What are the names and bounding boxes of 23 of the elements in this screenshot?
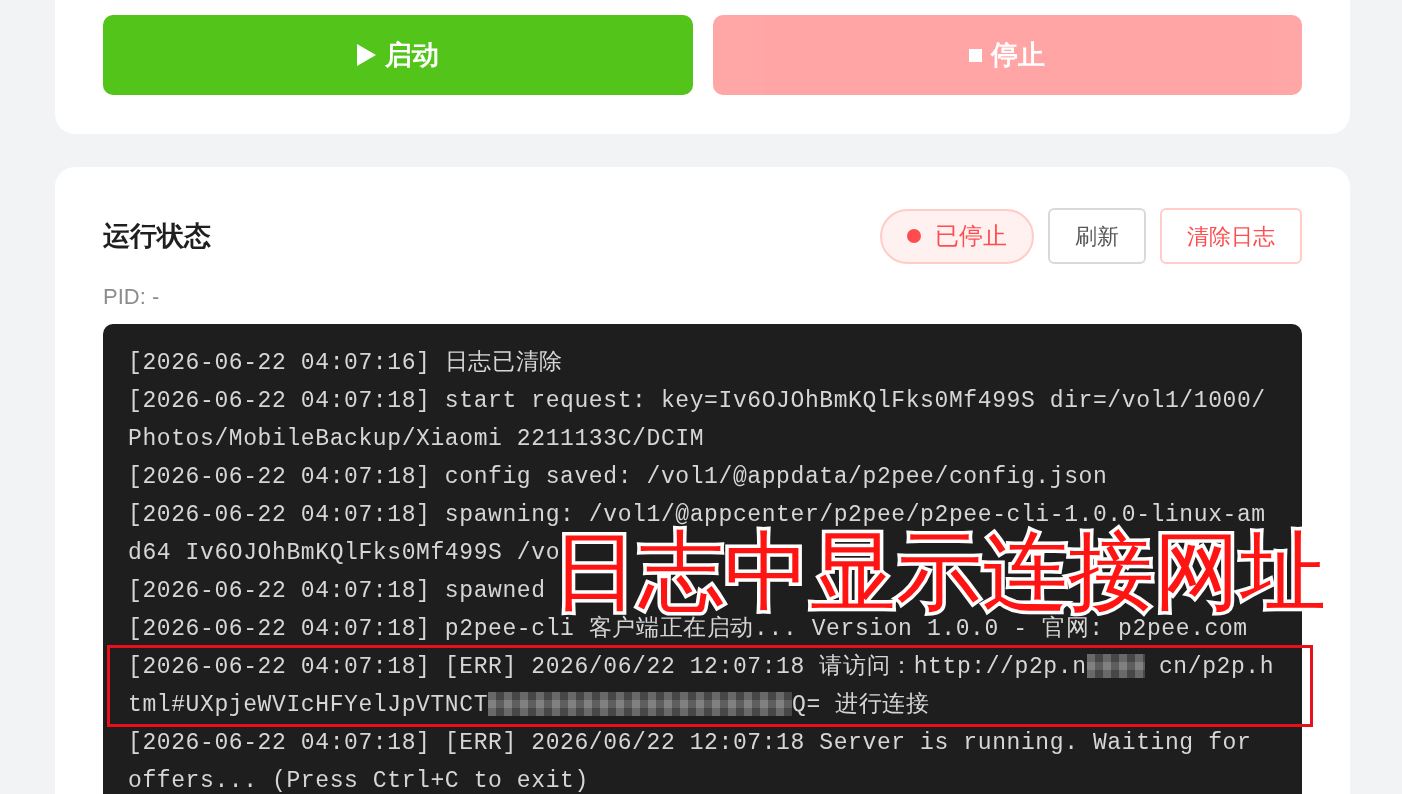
stop-icon [969,48,983,62]
log-line: [2026-06-22 04:07:18] [ERR] 2026/06/22 12:07:18 Server is running. Waiting for [128,729,1252,758]
refresh-button[interactable]: 刷新 [1048,208,1146,264]
log-line: [2026-06-22 04:07:18] spawning: /vol1/@appcenter/p2pee/p2pee-cli-1.0.0-linux-am [128,501,1266,529]
log-text: Q= 进行连接 [792,692,930,718]
log-text: [2026-06-22 04:07:18] [ERR] 2026/06/22 12:07:18 请访问：http://p2p.n [128,654,1087,680]
log-line: [2026-06-22 04:07:18] p2pee-cli 客户端正在启动... Version 1.0.0 - 官网: p2pee.com [128,614,1248,644]
log-text: cn/p2p.h [1157,654,1275,680]
log-line: [2026-06-22 04:07:18] config saved: /vol1/@appdata/p2pee/config.json [128,463,1108,492]
status-label: 已停止 [935,221,1007,251]
log-line: Photos/MobileBackup/Xiaomi 2211133C/DCIM [128,425,705,454]
pid-text: PID: - [103,283,161,311]
pixelated-redaction [1086,654,1145,678]
play-icon [356,44,376,66]
log-line: offers... (Press Ctrl+C to exit) [128,767,589,794]
section-title: 运行状态 [103,219,211,253]
status-dot-icon [907,229,921,243]
log-line: [2026-06-22 04:07:18] start request: key=Iv6OJOhBmKQlFks0Mf499S dir=/vol1/1000/ [128,387,1266,416]
clear-log-button[interactable]: 清除日志 [1160,208,1302,264]
log-line: [2026-06-22 04:07:16] 日志已清除 [128,349,563,378]
log-text: tml#UXpjeWVIcHFYelJpVTNCT [128,692,489,718]
log-line: [2026-06-22 04:07:18] spawned [128,577,546,606]
start-button[interactable]: 启动 [103,15,693,95]
